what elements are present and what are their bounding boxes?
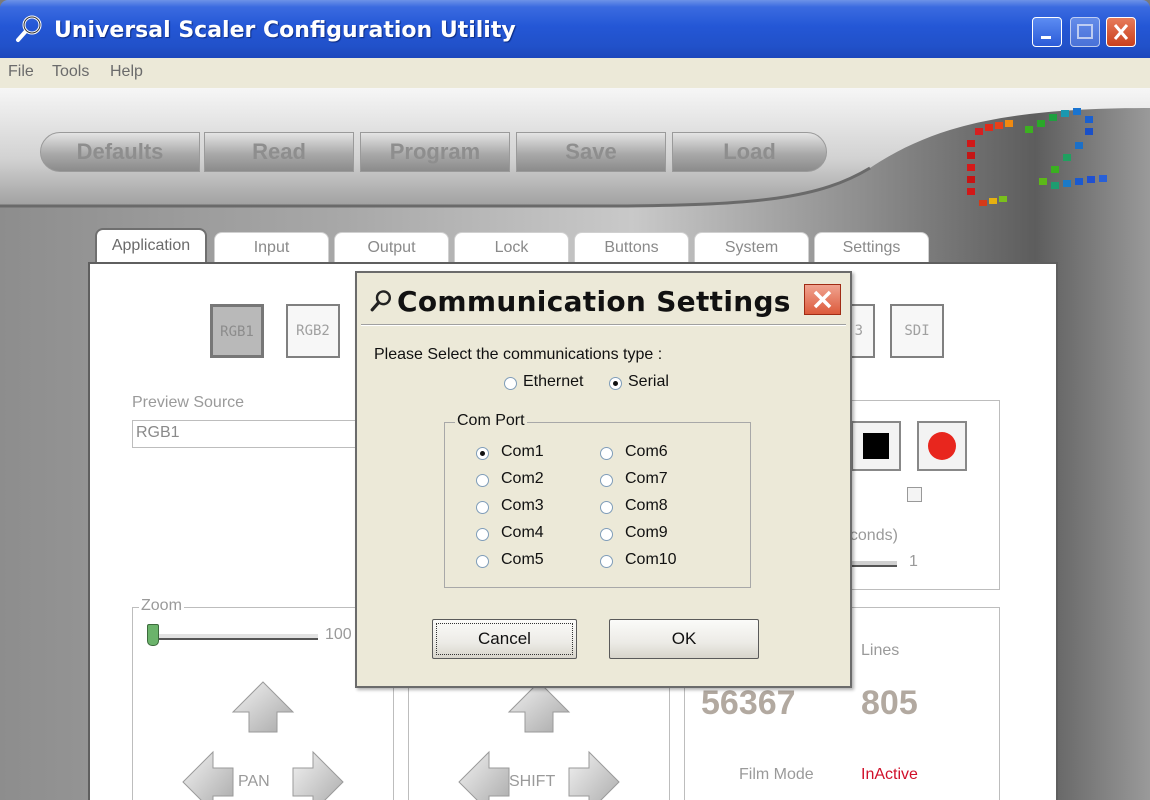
ok-label: OK (671, 629, 697, 648)
comm-type-prompt: Please Select the communications type : (374, 346, 663, 363)
com1-radio[interactable] (476, 447, 489, 460)
dialog-title: Communication Settings (397, 285, 791, 318)
tab-system[interactable]: System (694, 232, 809, 262)
cancel-button[interactable]: Cancel (432, 619, 577, 659)
film-mode-label: Film Mode (739, 766, 814, 783)
pan-label: PAN (238, 773, 270, 790)
maximize-button[interactable] (1070, 17, 1100, 47)
source-rgb1-button[interactable]: RGB1 (210, 304, 264, 358)
record-button[interactable] (917, 421, 967, 471)
tab-application[interactable]: Application (95, 228, 207, 264)
tab-input[interactable]: Input (214, 232, 329, 262)
communication-settings-dialog: Communication Settings Please Select the… (355, 271, 852, 688)
wrench-icon (16, 15, 42, 42)
menu-file[interactable]: File (8, 63, 34, 81)
com-port-group: Com Port Com1 Com2 Com3 Com4 Com5 Com6 C… (444, 412, 751, 588)
maximize-icon (1077, 24, 1093, 39)
film-mode-value: InActive (861, 766, 918, 783)
source-rgb2-button[interactable]: RGB2 (286, 304, 340, 358)
program-button[interactable]: Program (360, 132, 510, 172)
com-port-label: Com Port (455, 412, 527, 430)
defaults-button[interactable]: Defaults (40, 132, 200, 172)
source-sdi-button[interactable]: SDI (890, 304, 944, 358)
company-logo (967, 108, 1107, 206)
com7-radio[interactable] (600, 474, 613, 487)
com2-radio[interactable] (476, 474, 489, 487)
com10-label[interactable]: Com10 (625, 551, 677, 569)
com9-radio[interactable] (600, 528, 613, 541)
save-button[interactable]: Save (516, 132, 666, 172)
minimize-icon (1041, 36, 1051, 39)
read-button[interactable]: Read (204, 132, 354, 172)
menu-tools[interactable]: Tools (52, 63, 89, 81)
com10-radio[interactable] (600, 555, 613, 568)
serial-radio[interactable] (609, 377, 622, 390)
menu-bar: File Tools Help (0, 58, 1150, 88)
tab-lock[interactable]: Lock (454, 232, 569, 262)
tab-settings[interactable]: Settings (814, 232, 929, 262)
com8-radio[interactable] (600, 501, 613, 514)
stop-icon (863, 433, 889, 459)
com7-label[interactable]: Com7 (625, 470, 668, 488)
dialog-close-button[interactable] (804, 284, 841, 315)
ethernet-label[interactable]: Ethernet (523, 373, 583, 391)
preview-source-label: Preview Source (132, 394, 245, 411)
stop-button[interactable] (851, 421, 901, 471)
zoom-slider[interactable] (148, 634, 318, 640)
zoom-slider-thumb[interactable] (147, 624, 159, 646)
close-button[interactable] (1106, 17, 1136, 47)
close-icon (1113, 24, 1129, 40)
tab-buttons[interactable]: Buttons (574, 232, 689, 262)
com3-radio[interactable] (476, 501, 489, 514)
com2-label[interactable]: Com2 (501, 470, 544, 488)
app-window: Universal Scaler Configuration Utility F… (0, 0, 1150, 800)
shift-label: SHIFT (509, 773, 556, 790)
tab-output[interactable]: Output (334, 232, 449, 262)
timer-value: 1 (909, 553, 918, 570)
com8-label[interactable]: Com8 (625, 497, 668, 515)
close-icon (813, 290, 832, 309)
com4-label[interactable]: Com4 (501, 524, 544, 542)
serial-label[interactable]: Serial (628, 373, 669, 391)
preview-source-field[interactable]: RGB1 (132, 420, 362, 448)
com6-radio[interactable] (600, 447, 613, 460)
wrench-icon (370, 290, 391, 312)
cancel-label: Cancel (478, 629, 531, 648)
com5-label[interactable]: Com5 (501, 551, 544, 569)
menu-help[interactable]: Help (110, 63, 143, 81)
minimize-button[interactable] (1032, 17, 1062, 47)
ethernet-radio[interactable] (504, 377, 517, 390)
zoom-value: 100 (325, 626, 352, 643)
ok-button[interactable]: OK (609, 619, 759, 659)
dialog-title-separator (361, 324, 846, 326)
option-checkbox[interactable] (907, 487, 922, 502)
com1-label[interactable]: Com1 (501, 443, 544, 461)
stat-value-1: 56367 (701, 684, 796, 722)
title-bar[interactable]: Universal Scaler Configuration Utility (0, 0, 1150, 58)
record-icon (928, 432, 956, 460)
lines-label: Lines (861, 642, 900, 659)
com3-label[interactable]: Com3 (501, 497, 544, 515)
com4-radio[interactable] (476, 528, 489, 541)
com5-radio[interactable] (476, 555, 489, 568)
com6-label[interactable]: Com6 (625, 443, 668, 461)
window-title: Universal Scaler Configuration Utility (54, 18, 516, 43)
lines-value: 805 (861, 684, 918, 722)
zoom-label: Zoom (139, 597, 184, 615)
load-button[interactable]: Load (672, 132, 827, 172)
com9-label[interactable]: Com9 (625, 524, 668, 542)
